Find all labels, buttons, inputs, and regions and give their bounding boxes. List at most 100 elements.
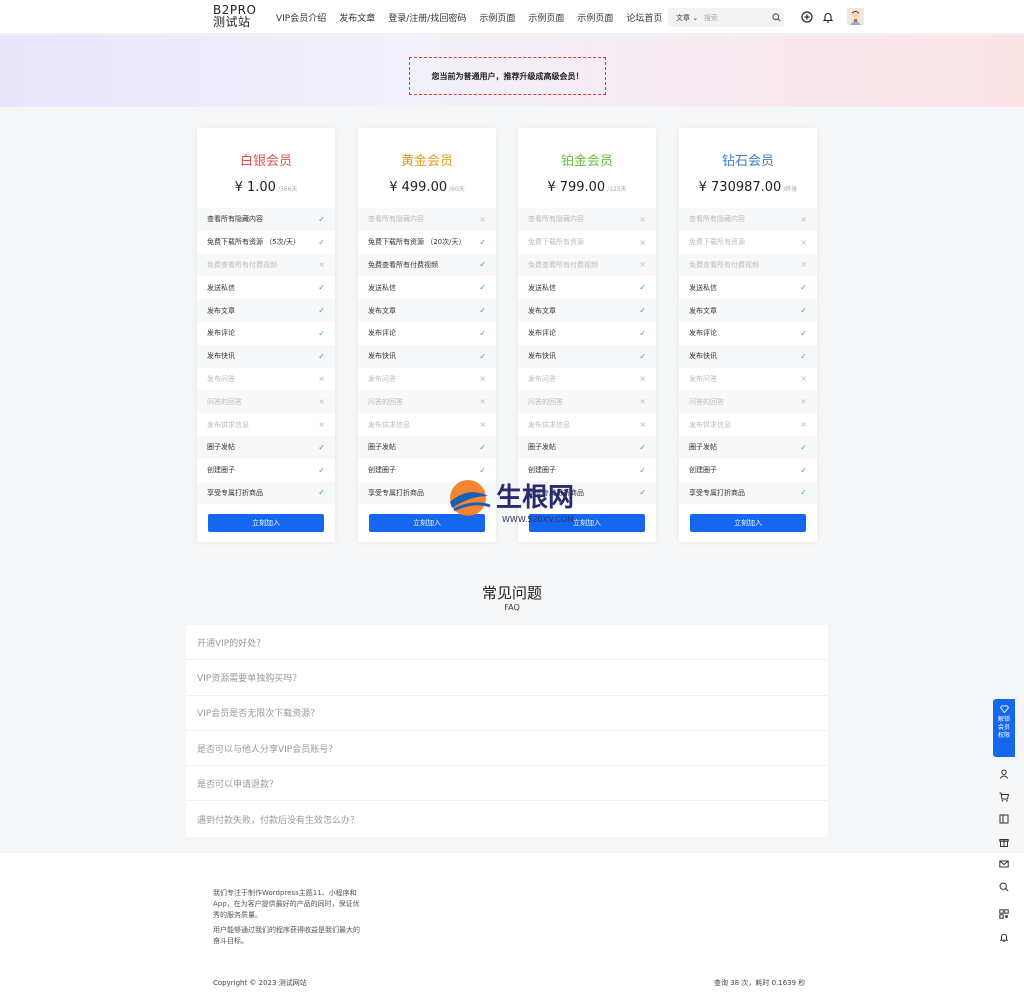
feature-row: 免费下载所有资源 × xyxy=(679,231,817,254)
faq-item[interactable]: 遇到付款失败，付款后没有生效怎么办？ xyxy=(186,801,828,836)
nav-vip-intro[interactable]: VIP会员介绍 xyxy=(276,11,326,24)
join-button-diamond[interactable]: 立刻加入 xyxy=(690,514,806,532)
feature-row: 查看所有隐藏内容 ✓ xyxy=(197,208,335,231)
logo-line-2: 测试站 xyxy=(213,15,251,29)
plan-title: 黄金会员 xyxy=(400,154,453,169)
feature-label: 圈子发帖 xyxy=(528,443,556,452)
feature-row: 发布文章 ✓ xyxy=(358,299,496,322)
feature-row: 圈子发帖 ✓ xyxy=(197,435,335,459)
cross-icon: × xyxy=(800,260,807,270)
feature-label: 创建圈子 xyxy=(207,466,235,475)
feature-label: 发送私信 xyxy=(368,283,396,292)
search-box: 文章 ⌄ 搜索 xyxy=(668,8,784,27)
check-icon: ✓ xyxy=(318,351,325,361)
feature-row: 圈子发帖 ✓ xyxy=(358,435,496,459)
plan-features: 查看所有隐藏内容 × 免费下载所有资源 × 免费查看所有付费视频 × 发送私信 ✓ 发布文章 ✓ 发… xyxy=(679,208,817,505)
check-icon: ✓ xyxy=(639,351,646,361)
feature-row: 发布快讯 ✓ xyxy=(197,344,335,368)
feature-label: 发送私信 xyxy=(689,283,717,292)
unlock-vip-button[interactable]: 解锁 会员 权限 xyxy=(993,699,1015,757)
cross-icon: × xyxy=(800,214,807,224)
feature-label: 免费下载所有资源 （20次/天） xyxy=(368,238,466,247)
feature-label: 发送私信 xyxy=(528,283,556,292)
site-logo[interactable]: B2PRO 测试站 xyxy=(213,4,261,28)
user-icon[interactable] xyxy=(993,763,1015,786)
cross-icon: × xyxy=(318,374,325,384)
alarm-icon[interactable] xyxy=(993,926,1015,949)
feature-label: 享受专属打折商品 xyxy=(368,488,424,497)
plan-card-silver: 白银会员 ¥ 1.00/366天 查看所有隐藏内容 ✓ 免费下载所有资源 （5次/天… xyxy=(197,128,335,542)
faq-item[interactable]: VIP资源需要单独购买吗？ xyxy=(186,660,828,696)
nav-forum-home[interactable]: 论坛首页 xyxy=(626,11,662,24)
cross-icon: × xyxy=(800,237,807,247)
cross-icon: × xyxy=(800,420,807,430)
gift-icon[interactable] xyxy=(993,831,1015,854)
cross-icon: × xyxy=(479,397,486,407)
feature-label: 问答的回答 xyxy=(368,397,403,406)
check-icon: ✓ xyxy=(800,306,807,316)
nav-sample-page-1[interactable]: 示例页面 xyxy=(479,11,515,24)
vip-banner: 您当前为普通用户，推荐升级成高级会员！ xyxy=(0,35,1024,107)
cart-icon[interactable] xyxy=(993,786,1015,809)
faq-subtitle: FAQ xyxy=(504,603,520,612)
feature-row: 发送私信 ✓ xyxy=(358,276,496,299)
search-input[interactable]: 搜索 xyxy=(704,13,768,23)
faq-item[interactable]: 是否可以与他人分享VIP会员账号？ xyxy=(186,731,828,767)
feature-label: 创建圈子 xyxy=(689,466,717,475)
nav-sample-page-2[interactable]: 示例页面 xyxy=(528,11,564,24)
check-icon: ✓ xyxy=(479,283,486,293)
feature-row: 发布问答 × xyxy=(358,368,496,391)
search-type-select[interactable]: 文章 ⌄ xyxy=(668,13,704,23)
cross-icon: × xyxy=(639,374,646,384)
check-icon: ✓ xyxy=(479,260,486,270)
join-button-silver[interactable]: 立刻加入 xyxy=(208,514,324,532)
check-icon: ✓ xyxy=(639,442,646,452)
feature-label: 发布评论 xyxy=(207,329,235,338)
feature-row: 发布文章 ✓ xyxy=(679,299,817,322)
feature-row: 创建圈子 ✓ xyxy=(679,459,817,482)
feature-label: 发布评论 xyxy=(689,329,717,338)
check-icon: ✓ xyxy=(800,442,807,452)
search-icon[interactable] xyxy=(993,876,1015,899)
feature-row: 免费查看所有付费视频 ✓ xyxy=(358,253,496,277)
check-icon: ✓ xyxy=(479,351,486,361)
feature-row: 发布文章 ✓ xyxy=(197,299,335,322)
feature-label: 免费查看所有付费视频 xyxy=(368,260,438,269)
check-icon: ✓ xyxy=(639,465,646,475)
plus-circle-icon[interactable] xyxy=(800,10,814,24)
check-icon: ✓ xyxy=(318,214,325,224)
feature-label: 发布问答 xyxy=(528,374,556,383)
feature-label: 发布供求信息 xyxy=(689,420,731,429)
faq-item[interactable]: VIP会员是否无限次下载资源？ xyxy=(186,696,828,731)
cross-icon: × xyxy=(639,214,646,224)
check-icon: ✓ xyxy=(479,442,486,452)
ticket-icon[interactable] xyxy=(993,808,1015,831)
watermark-url: WWW.520XV.COM xyxy=(502,515,574,524)
faq-list: 开通VIP的好处？ VIP资源需要单独购买吗？ VIP会员是否无限次下载资源？ … xyxy=(186,625,828,837)
feature-label: 发布评论 xyxy=(368,329,396,338)
nav-sample-page-3[interactable]: 示例页面 xyxy=(577,11,613,24)
avatar[interactable] xyxy=(847,8,864,25)
nav-login-register[interactable]: 登录/注册/找回密码 xyxy=(388,11,466,24)
faq-item[interactable]: 是否可以申请退款？ xyxy=(186,766,828,802)
feature-row: 发送私信 ✓ xyxy=(197,276,335,299)
watermark: 生根网 WWW.520XV.COM xyxy=(444,472,594,526)
mail-icon[interactable] xyxy=(993,853,1015,876)
feature-row: 查看所有隐藏内容 × xyxy=(518,208,656,231)
feature-row: 享受专属打折商品 ✓ xyxy=(679,481,817,505)
nav-post-article[interactable]: 发布文章 xyxy=(339,11,375,24)
check-icon: ✓ xyxy=(800,351,807,361)
feature-label: 发布供求信息 xyxy=(528,420,570,429)
plan-price: ¥ 730987.00/终身 xyxy=(698,180,798,195)
search-icon[interactable] xyxy=(768,13,784,22)
feature-label: 发布快讯 xyxy=(528,352,556,361)
feature-row: 发布评论 ✓ xyxy=(679,322,817,345)
feature-row: 享受专属打折商品 ✓ xyxy=(197,481,335,505)
check-icon: ✓ xyxy=(318,237,325,247)
feature-label: 免费下载所有资源 （5次/天） xyxy=(207,238,301,247)
feature-row: 问答的回答 × xyxy=(358,390,496,414)
faq-item[interactable]: 开通VIP的好处？ xyxy=(186,625,828,661)
bell-icon[interactable] xyxy=(821,10,835,24)
qrcode-icon[interactable] xyxy=(993,903,1015,926)
check-icon: ✓ xyxy=(318,283,325,293)
